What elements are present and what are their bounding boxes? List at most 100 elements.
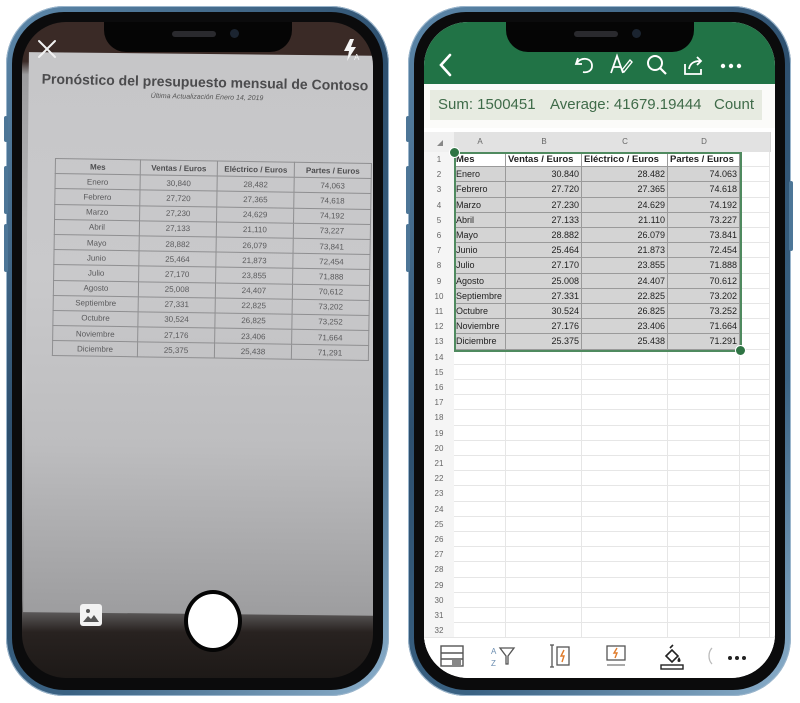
empty-cell[interactable] xyxy=(582,532,668,548)
sheet-cell[interactable]: Enero xyxy=(454,167,506,183)
more-icon[interactable] xyxy=(718,52,744,78)
draw-pen-icon[interactable] xyxy=(608,52,634,78)
empty-cell[interactable] xyxy=(740,197,770,213)
image-gallery-icon[interactable] xyxy=(80,604,102,626)
empty-cell[interactable] xyxy=(454,501,506,517)
empty-cell[interactable] xyxy=(740,228,770,244)
empty-cell[interactable] xyxy=(668,532,740,548)
row-header[interactable]: 17 xyxy=(424,395,454,412)
empty-cell[interactable] xyxy=(740,547,770,563)
empty-cell[interactable] xyxy=(506,562,582,578)
sheet-cell[interactable]: 73.227 xyxy=(668,212,740,228)
sum-stat[interactable]: Sum: 1500451 xyxy=(430,90,544,120)
undo-icon[interactable] xyxy=(572,52,598,78)
sheet-cell[interactable]: Septiembre xyxy=(454,288,506,304)
sheet-cell[interactable]: 28.482 xyxy=(582,167,668,183)
empty-cell[interactable] xyxy=(668,440,740,456)
empty-cell[interactable] xyxy=(506,380,582,396)
column-header[interactable]: C xyxy=(582,132,669,152)
empty-cell[interactable] xyxy=(454,349,506,365)
sheet-cell[interactable]: Marzo xyxy=(454,197,506,213)
empty-cell[interactable] xyxy=(506,486,582,502)
sheet-cell[interactable]: Octubre xyxy=(454,304,506,320)
sheet-cell[interactable]: 26.825 xyxy=(582,304,668,320)
selection-handle-start[interactable] xyxy=(449,147,460,158)
empty-cell[interactable] xyxy=(506,364,582,380)
sheet-cell[interactable]: 27.170 xyxy=(506,258,582,274)
empty-cell[interactable] xyxy=(582,486,668,502)
empty-cell[interactable] xyxy=(740,440,770,456)
empty-cell[interactable] xyxy=(668,577,740,593)
row-header[interactable]: 9 xyxy=(424,273,454,290)
share-icon[interactable] xyxy=(680,52,706,78)
row-header[interactable]: 22 xyxy=(424,471,454,488)
row-header[interactable]: 24 xyxy=(424,501,454,518)
empty-cell[interactable] xyxy=(668,486,740,502)
empty-cell[interactable] xyxy=(454,440,506,456)
empty-cell[interactable] xyxy=(740,410,770,426)
empty-cell[interactable] xyxy=(582,410,668,426)
average-stat[interactable]: Average: 41679.19444 xyxy=(542,90,710,120)
empty-cell[interactable] xyxy=(740,532,770,548)
empty-cell[interactable] xyxy=(506,425,582,441)
empty-cell[interactable] xyxy=(668,562,740,578)
empty-cell[interactable] xyxy=(582,592,668,608)
sheet-cell[interactable]: 74.618 xyxy=(668,182,740,198)
empty-cell[interactable] xyxy=(740,212,770,228)
empty-cell[interactable] xyxy=(740,167,770,183)
sheet-cell[interactable]: 73.252 xyxy=(668,304,740,320)
empty-cell[interactable] xyxy=(506,577,582,593)
row-header[interactable]: 27 xyxy=(424,547,454,564)
empty-cell[interactable] xyxy=(454,577,506,593)
sheet-cell[interactable]: 70.612 xyxy=(668,273,740,289)
column-header[interactable]: A xyxy=(454,132,507,152)
sheet-cell[interactable]: 27.720 xyxy=(506,182,582,198)
sheet-cell[interactable]: 71.664 xyxy=(668,319,740,335)
sheet-cell[interactable]: 73.841 xyxy=(668,228,740,244)
empty-cell[interactable] xyxy=(454,395,506,411)
empty-cell[interactable] xyxy=(668,547,740,563)
sheet-cell[interactable]: 74.192 xyxy=(668,197,740,213)
empty-cell[interactable] xyxy=(506,349,582,365)
sheet-cell[interactable]: 27.365 xyxy=(582,182,668,198)
empty-cell[interactable] xyxy=(668,501,740,517)
sheet-cell[interactable]: Abril xyxy=(454,212,506,228)
sheet-cell[interactable]: 21.873 xyxy=(582,243,668,259)
empty-cell[interactable] xyxy=(454,562,506,578)
empty-cell[interactable] xyxy=(668,395,740,411)
sheet-cell[interactable]: 25.464 xyxy=(506,243,582,259)
empty-cell[interactable] xyxy=(740,471,770,487)
sheet-cell[interactable]: 30.840 xyxy=(506,167,582,183)
row-header[interactable]: 3 xyxy=(424,182,454,199)
empty-cell[interactable] xyxy=(582,547,668,563)
sheet-cell[interactable]: 71.888 xyxy=(668,258,740,274)
row-header[interactable]: 16 xyxy=(424,380,454,397)
empty-cell[interactable] xyxy=(740,562,770,578)
row-header[interactable]: 31 xyxy=(424,608,454,625)
spreadsheet-grid[interactable]: A B C D 1 Mes Ventas / Euros Eléctrico / Euros P… xyxy=(424,132,775,650)
empty-cell[interactable] xyxy=(740,456,770,472)
empty-cell[interactable] xyxy=(582,562,668,578)
empty-cell[interactable] xyxy=(668,425,740,441)
empty-cell[interactable] xyxy=(740,243,770,259)
empty-cell[interactable] xyxy=(454,547,506,563)
empty-cell[interactable] xyxy=(506,395,582,411)
sheet-cell[interactable]: 21.110 xyxy=(582,212,668,228)
empty-cell[interactable] xyxy=(582,380,668,396)
sheet-cell[interactable]: Mayo xyxy=(454,228,506,244)
empty-cell[interactable] xyxy=(668,364,740,380)
empty-cell[interactable] xyxy=(740,304,770,320)
empty-cell[interactable] xyxy=(582,471,668,487)
count-stat[interactable]: Count xyxy=(706,90,763,120)
empty-cell[interactable] xyxy=(454,532,506,548)
sheet-cell[interactable]: 28.882 xyxy=(506,228,582,244)
row-header[interactable]: 13 xyxy=(424,334,454,351)
row-header[interactable]: 29 xyxy=(424,577,454,594)
empty-cell[interactable] xyxy=(582,349,668,365)
empty-cell[interactable] xyxy=(454,410,506,426)
row-header[interactable]: 28 xyxy=(424,562,454,579)
insert-row-icon[interactable] xyxy=(602,642,630,670)
empty-cell[interactable] xyxy=(740,425,770,441)
empty-cell[interactable] xyxy=(454,456,506,472)
sheet-cell[interactable]: 22.825 xyxy=(582,288,668,304)
